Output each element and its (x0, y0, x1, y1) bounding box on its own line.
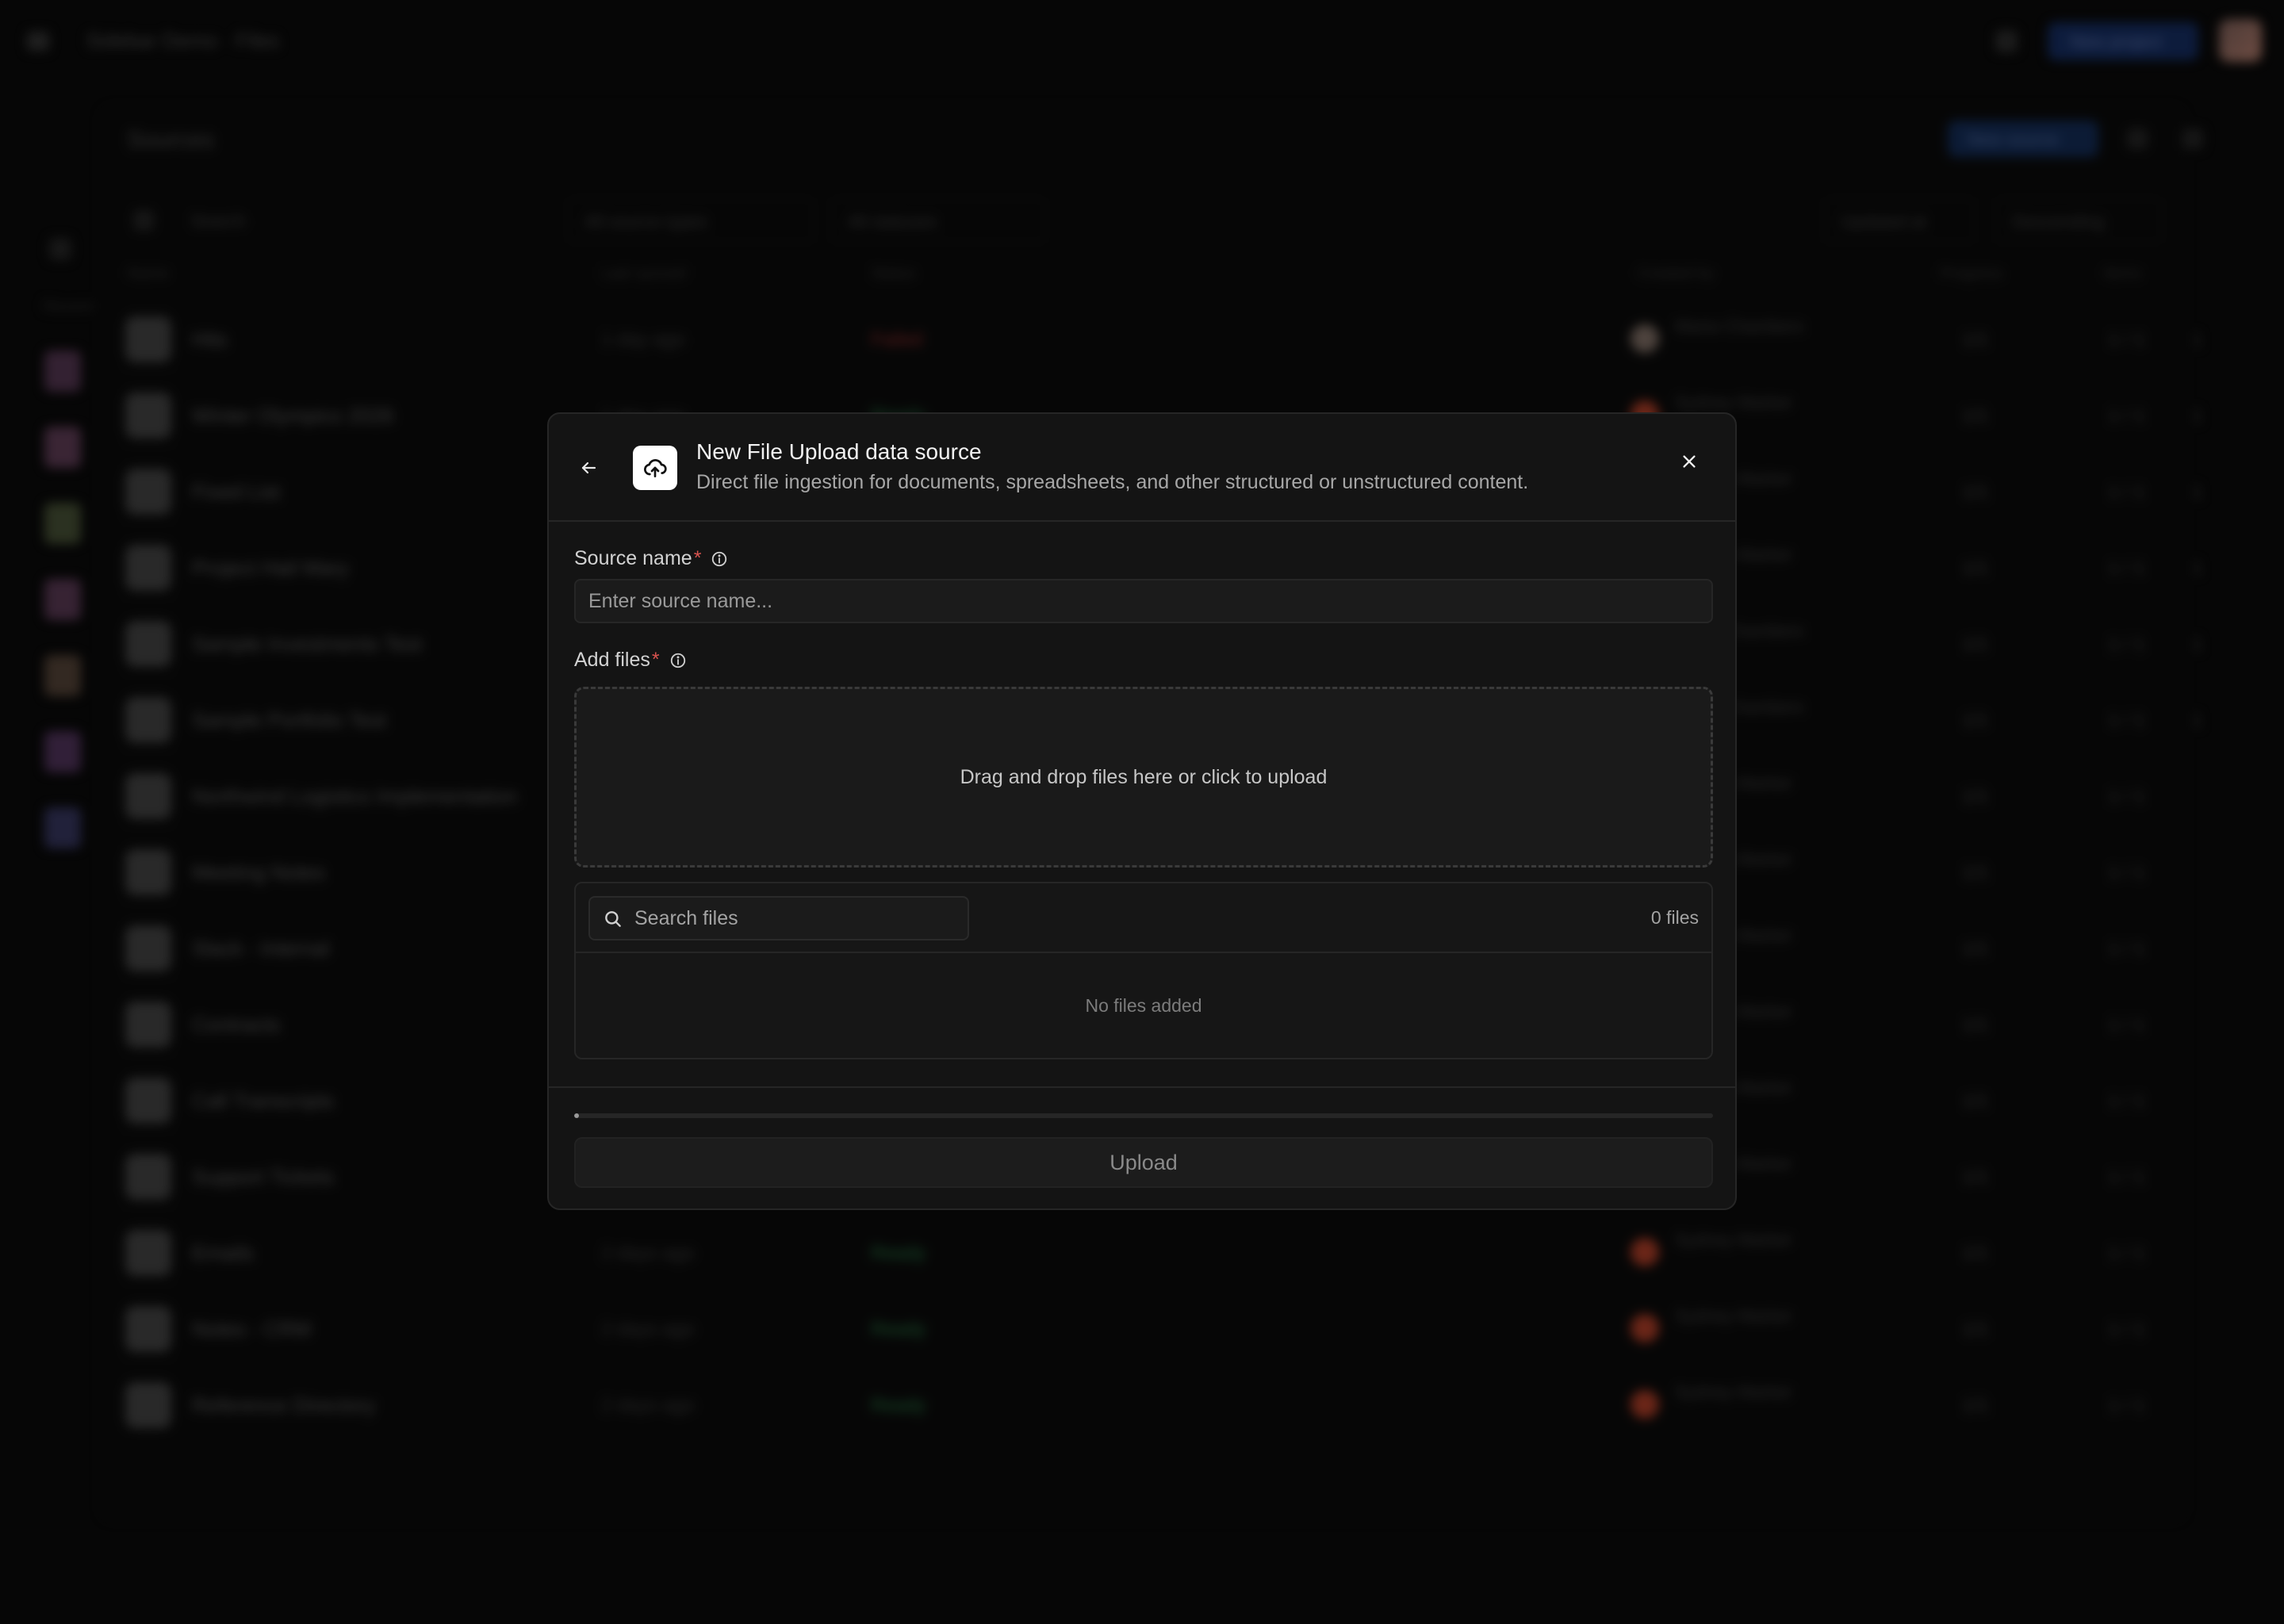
search-files-input[interactable] (634, 898, 960, 939)
search-files-field[interactable] (588, 896, 969, 940)
modal-subtitle: Direct file ingestion for documents, spr… (696, 471, 1529, 493)
source-name-input[interactable] (574, 579, 1713, 623)
file-count: 0 files (1650, 907, 1699, 928)
file-list-toolbar: 0 files (576, 883, 1711, 953)
add-files-label: Add files * (574, 649, 687, 672)
empty-state: No files added (1085, 994, 1202, 1016)
new-source-modal: New File Upload data source Direct file … (547, 412, 1737, 1210)
search-icon (605, 911, 621, 927)
source-name-label-text: Source name (574, 547, 692, 569)
add-files-label-text: Add files (574, 649, 650, 671)
cloud-upload-badge (633, 446, 677, 490)
required-marker: * (651, 649, 660, 671)
file-dropzone[interactable]: Drag and drop files here or click to upl… (574, 687, 1713, 868)
info-icon[interactable] (669, 652, 687, 669)
arrow-left-icon (581, 462, 596, 474)
page: Sidebar Demo · Files New project Recent … (0, 0, 2284, 1624)
cloud-upload-icon (644, 459, 667, 477)
modal-header: New File Upload data source Direct file … (549, 414, 1735, 522)
upload-progress-bar (574, 1113, 1713, 1118)
file-list: 0 files No files added (574, 882, 1713, 1059)
required-marker: * (693, 547, 702, 569)
source-name-label: Source name * (574, 547, 728, 570)
back-button[interactable] (576, 455, 601, 481)
modal-title: New File Upload data source (696, 439, 982, 464)
dropzone-text: Drag and drop files here or click to upl… (960, 765, 1328, 788)
modal-footer: Upload (549, 1086, 1735, 1208)
info-icon[interactable] (711, 550, 728, 568)
upload-progress-fill (574, 1113, 579, 1118)
upload-button[interactable]: Upload (574, 1137, 1713, 1188)
close-icon (1683, 455, 1696, 468)
close-button[interactable] (1675, 447, 1703, 476)
